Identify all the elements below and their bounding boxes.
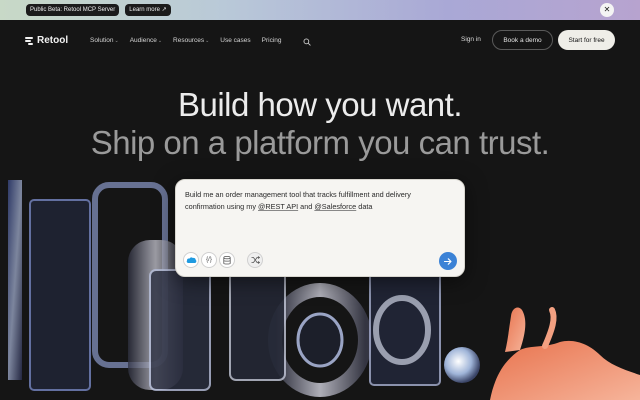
start-free-button[interactable]: Start for free xyxy=(558,30,615,50)
prompt-text-middle: and xyxy=(298,202,315,211)
prompt-input[interactable]: Build me an order management tool that t… xyxy=(185,189,450,213)
chevron-down-icon: ⌄ xyxy=(205,38,210,44)
mention-salesforce[interactable]: @Salesforce xyxy=(314,202,356,211)
salesforce-cloud-shape xyxy=(186,257,196,263)
sign-in-link[interactable]: Sign in xyxy=(461,36,481,43)
mention-rest-api[interactable]: @REST API xyxy=(258,202,298,211)
database-icon[interactable] xyxy=(219,252,235,268)
retool-logo-icon xyxy=(25,36,34,45)
chevron-down-icon: ⌄ xyxy=(114,38,119,44)
nav-item-use-cases[interactable]: Use cases xyxy=(220,37,250,44)
nav-item-label: Resources xyxy=(173,37,205,44)
database-shape xyxy=(223,255,231,264)
learn-more-link[interactable]: Learn more ↗ xyxy=(125,4,171,16)
retool-logo[interactable]: Retool xyxy=(25,35,68,46)
top-nav: Retool Solution⌄ Audience⌄ Resources⌄ Us… xyxy=(0,28,640,54)
announcement-banner: Public Beta: Retool MCP Server Learn mor… xyxy=(0,0,640,20)
search-icon[interactable] xyxy=(303,38,311,46)
shuffle-icon[interactable] xyxy=(247,252,263,268)
shuffle-shape xyxy=(251,256,260,264)
book-demo-button[interactable]: Book a demo xyxy=(492,30,553,50)
nav-menu: Solution⌄ Audience⌄ Resources⌄ Use cases… xyxy=(90,37,282,44)
hero-subheadline: Ship on a platform you can trust. xyxy=(90,124,550,161)
brand-name: Retool xyxy=(37,35,69,46)
salesforce-icon[interactable] xyxy=(183,252,199,268)
send-button[interactable] xyxy=(439,252,457,270)
nav-item-solution[interactable]: Solution⌄ xyxy=(90,37,119,44)
chevron-down-icon: ⌄ xyxy=(157,38,163,44)
prompt-text-end: data xyxy=(356,202,373,211)
integration-chips: {/} xyxy=(183,252,263,268)
arrow-right-icon xyxy=(444,257,452,265)
rest-api-icon[interactable]: {/} xyxy=(201,252,217,268)
nav-item-resources[interactable]: Resources⌄ xyxy=(173,37,209,44)
nav-item-label: Solution xyxy=(90,37,114,44)
nav-item-audience[interactable]: Audience⌄ xyxy=(130,37,162,44)
close-icon[interactable]: ✕ xyxy=(600,3,614,17)
nav-item-pricing[interactable]: Pricing xyxy=(262,37,282,44)
prompt-box[interactable]: Build me an order management tool that t… xyxy=(175,179,465,277)
hero-headline: Build how you want. xyxy=(177,86,463,123)
page: Public Beta: Retool MCP Server Learn mor… xyxy=(0,0,640,400)
nav-item-label: Audience xyxy=(129,37,157,44)
announcement-badge[interactable]: Public Beta: Retool MCP Server xyxy=(26,4,120,16)
